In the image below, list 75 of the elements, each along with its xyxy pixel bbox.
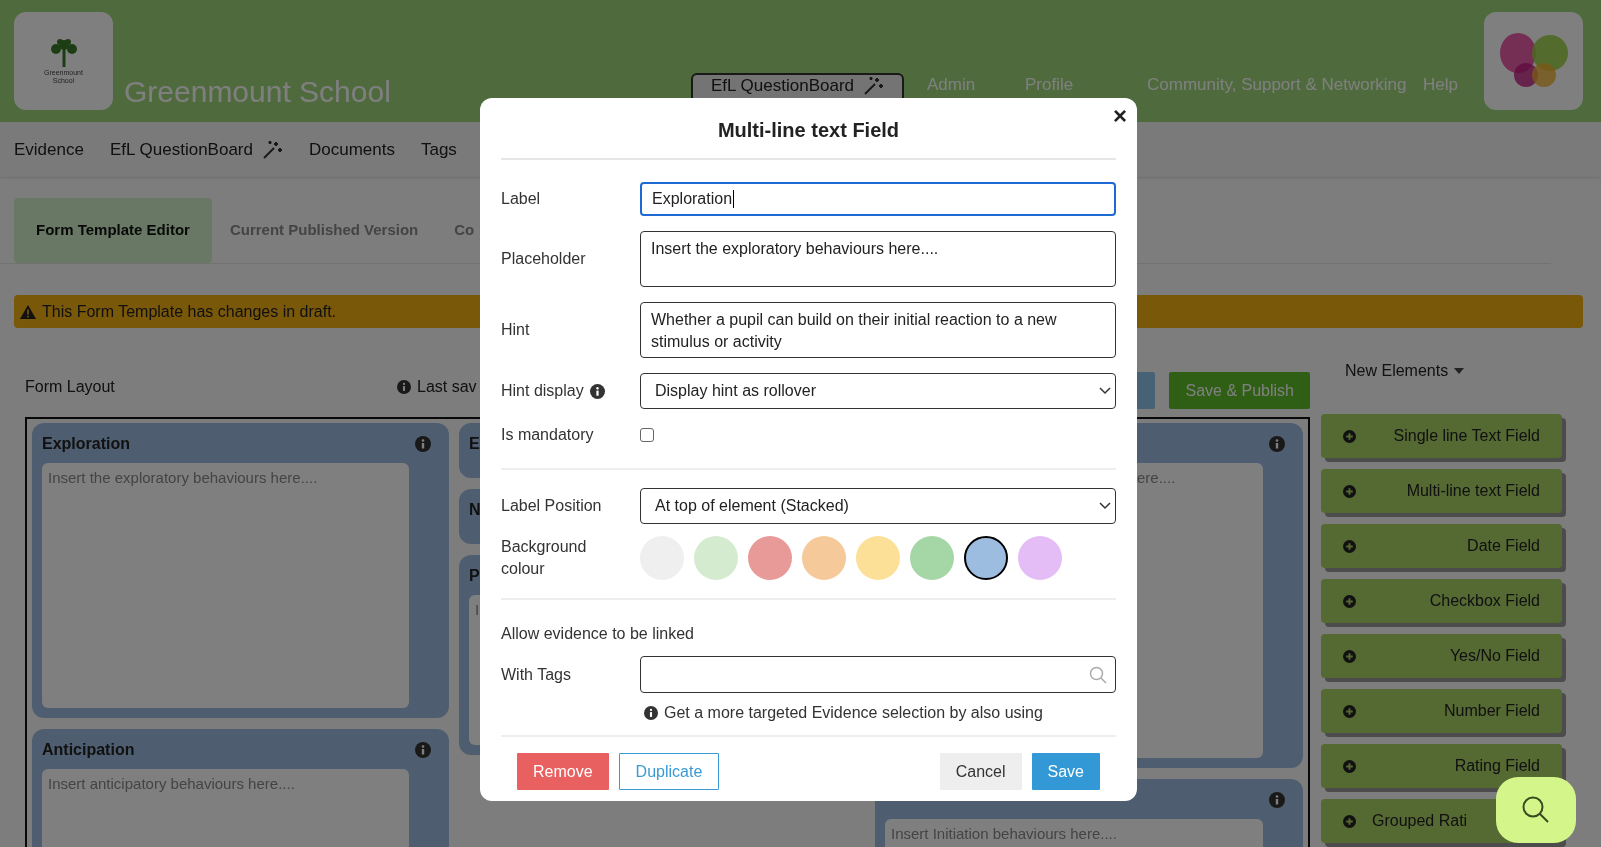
select-dropdown[interactable]: Display hint as rollover [640, 373, 1116, 409]
page-tab[interactable]: Form Template Editor [14, 198, 212, 263]
remove-button[interactable]: Remove [517, 753, 609, 790]
colour-swatch[interactable] [910, 536, 954, 580]
checkbox[interactable] [640, 428, 654, 442]
help-text: Get a more targeted Evidence selection by also using [664, 703, 1043, 723]
text-input[interactable]: Exploration [640, 182, 1116, 216]
select-dropdown[interactable]: At top of element (Stacked) [640, 488, 1116, 524]
page-tab[interactable]: Co [436, 198, 493, 263]
field-label: Label Position [501, 496, 602, 516]
plus-circle-icon [1343, 759, 1356, 773]
chevron-down-icon [1099, 387, 1111, 395]
plus-circle-icon [1343, 814, 1356, 828]
warning-icon [20, 304, 36, 319]
chevron-down-icon [1099, 502, 1111, 510]
field-label: Placeholder [501, 249, 586, 269]
element-label: E [469, 434, 480, 454]
textarea-field[interactable]: Whether a pupil can build on their initial reaction to a new stimulus or activity [640, 302, 1116, 358]
caret-icon [1454, 368, 1465, 374]
element-textarea[interactable]: Insert the exploratory behaviours here.... [42, 463, 409, 708]
field-label: With Tags [501, 664, 571, 685]
info-icon [644, 706, 658, 720]
form-element-card[interactable]: Anticipation Insert anticipatory behaviours here.... [32, 729, 449, 847]
save-publish-button[interactable]: Save & Publish [1169, 372, 1310, 409]
nav-link[interactable]: Documents [308, 136, 395, 163]
close-button[interactable]: × [1113, 102, 1127, 130]
textarea-field[interactable]: Insert the exploratory behaviours here.... [640, 231, 1116, 287]
colour-swatch[interactable] [694, 536, 738, 580]
field-label: Hint display [501, 381, 584, 401]
plus-circle-icon [1343, 429, 1356, 443]
duplicate-button[interactable]: Duplicate [618, 753, 720, 790]
section-heading: Allow evidence to be linked [501, 624, 695, 644]
info-icon [397, 380, 411, 394]
info-icon [415, 436, 431, 452]
plus-circle-icon [1343, 484, 1356, 498]
nav-link[interactable]: EfL QuestionBoard [109, 136, 283, 163]
search-button[interactable] [1496, 777, 1576, 843]
plus-circle-icon [1343, 704, 1356, 718]
field-label: Hint [501, 320, 530, 340]
app-logo[interactable] [1484, 12, 1583, 110]
new-elements-dropdown[interactable]: New Elements [1345, 349, 1576, 393]
alert-text: This Form Template has changes in draft. [42, 301, 337, 322]
info-icon [415, 742, 431, 758]
plus-circle-icon [1343, 539, 1356, 553]
page-tab[interactable]: Current Published Version [211, 198, 437, 263]
colour-swatch[interactable] [748, 536, 792, 580]
colour-swatch[interactable] [1018, 536, 1062, 580]
tag-search-field[interactable] [640, 656, 1116, 693]
section-title: Form Layout [25, 377, 116, 397]
colour-swatch[interactable] [856, 536, 900, 580]
colour-swatch[interactable] [964, 536, 1008, 580]
search-icon [1521, 795, 1551, 825]
cancel-button[interactable]: Cancel [939, 753, 1022, 790]
nav-link[interactable]: Evidence [14, 136, 84, 163]
info-icon [1269, 792, 1285, 808]
plus-circle-icon [1343, 649, 1356, 663]
colour-swatch[interactable] [802, 536, 846, 580]
school-name: Greenmount School [124, 74, 391, 110]
save-button[interactable]: Save [1031, 753, 1100, 790]
form-element-card[interactable]: Exploration Insert the exploratory behaviours here.... [32, 423, 449, 718]
magic-wand-icon [862, 76, 884, 96]
plus-circle-icon [1343, 594, 1356, 608]
field-label: Label [501, 189, 541, 209]
element-label: Exploration [42, 434, 130, 454]
last-saved-text: Last sav [417, 377, 477, 397]
element-label: N [469, 500, 481, 520]
search-icon [1089, 665, 1107, 684]
element-textarea[interactable]: Insert Initiation behaviours here.... [885, 819, 1263, 847]
element-label: Anticipation [42, 740, 135, 760]
nav-link[interactable]: Tags [420, 136, 457, 163]
field-label: Is mandatory [501, 425, 594, 445]
element-label: P [469, 566, 480, 586]
info-icon [1269, 436, 1285, 452]
element-textarea[interactable]: Insert anticipatory behaviours here.... [42, 769, 409, 847]
field-label: Background colour [501, 537, 588, 579]
